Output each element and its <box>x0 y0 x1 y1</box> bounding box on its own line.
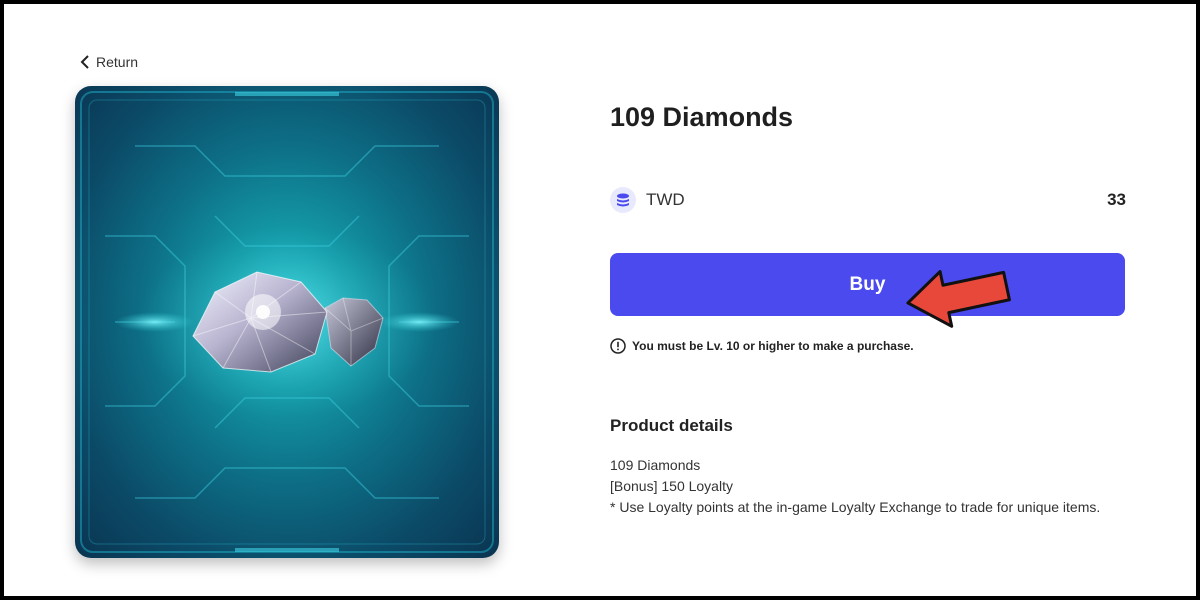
return-link[interactable]: Return <box>80 52 138 72</box>
coin-stack-icon <box>610 187 636 213</box>
details-line: 109 Diamonds <box>610 457 701 473</box>
annotation-arrow-icon <box>906 270 1011 328</box>
return-label: Return <box>96 54 139 70</box>
circuit-background <box>80 91 494 553</box>
level-notice-text: You must be Lv. 10 or higher to make a p… <box>632 339 914 353</box>
info-icon <box>610 338 626 354</box>
product-details-heading: Product details <box>610 416 733 435</box>
details-line: * Use Loyalty points at the in-game Loya… <box>610 499 1101 515</box>
product-title: 109 Diamonds <box>610 102 794 132</box>
price-value: 33 <box>1107 190 1126 209</box>
buy-button[interactable]: Buy <box>610 253 1125 316</box>
level-notice: You must be Lv. 10 or higher to make a p… <box>610 338 914 354</box>
currency-label: TWD <box>646 190 685 209</box>
product-details-list: 109 Diamonds [Bonus] 150 Loyalty * Use L… <box>610 455 1100 518</box>
chevron-left-icon <box>80 55 89 69</box>
details-line: [Bonus] 150 Loyalty <box>610 478 733 494</box>
price-row: TWD 33 <box>610 186 1126 214</box>
page-frame: Return 109 Diamonds TWD 33 Buy You must … <box>4 4 1196 596</box>
product-image <box>75 86 499 558</box>
